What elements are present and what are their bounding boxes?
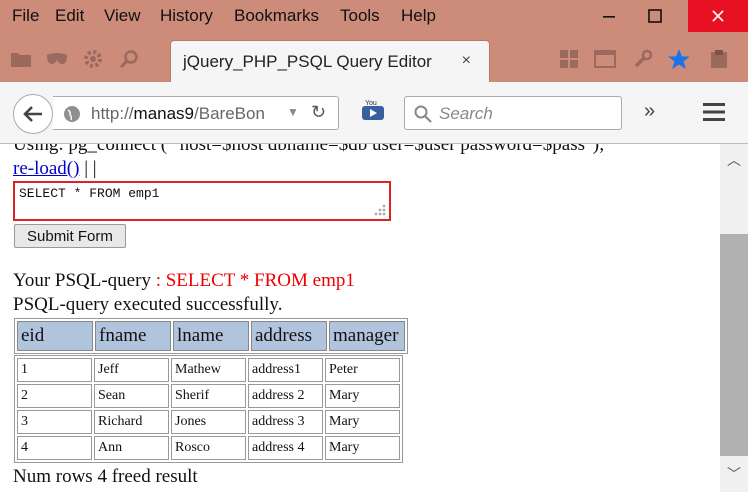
reload-icon[interactable]: ↻ xyxy=(311,102,326,123)
search-icon xyxy=(414,105,432,123)
tab-active[interactable]: jQuery_PHP_PSQL Query Editor × xyxy=(170,40,490,82)
maximize-icon xyxy=(648,9,662,23)
menu-help[interactable]: Help xyxy=(401,6,436,26)
header-cell: manager xyxy=(329,321,405,351)
scroll-thumb[interactable] xyxy=(720,234,748,456)
tiles-icon[interactable] xyxy=(558,48,580,70)
mask-icon[interactable] xyxy=(46,48,68,70)
table-cell: 3 xyxy=(17,410,92,434)
result-rows-table: 1 Jeff Mathew address1 Peter 2 Sean Sher… xyxy=(14,355,403,463)
overflow-chevron-icon[interactable]: » xyxy=(644,100,655,123)
submit-form-button[interactable]: Submit Form xyxy=(14,224,126,248)
table-cell: Rosco xyxy=(171,436,246,460)
page-content: Using: pg_connect ( "host=$host dbname=$… xyxy=(0,144,720,492)
table-row: 1 Jeff Mathew address1 Peter xyxy=(17,358,400,382)
tab-title: jQuery_PHP_PSQL Query Editor xyxy=(183,52,432,71)
maximize-button[interactable] xyxy=(632,0,678,32)
table-row: 4 Ann Rosco address 4 Mary xyxy=(17,436,400,460)
table-cell: address 3 xyxy=(248,410,323,434)
table-cell: Peter xyxy=(325,358,400,382)
table-cell: Jones xyxy=(171,410,246,434)
links-line: re-load() | | xyxy=(13,158,97,180)
table-cell: Mary xyxy=(325,436,400,460)
table-cell: address1 xyxy=(248,358,323,382)
url-text: http://manas9/BareBon xyxy=(91,104,265,123)
table-cell: 2 xyxy=(17,384,92,408)
bookmark-star-icon[interactable] xyxy=(667,48,689,70)
minimize-button[interactable] xyxy=(586,0,632,32)
scroll-down-icon[interactable]: ﹀ xyxy=(727,464,741,484)
menu-tools[interactable]: Tools xyxy=(340,6,380,26)
menu-view[interactable]: View xyxy=(104,6,141,26)
wrench-icon[interactable] xyxy=(632,48,654,70)
header-cell: address xyxy=(251,321,327,351)
table-cell: Sean xyxy=(94,384,169,408)
query-textarea[interactable]: SELECT * FROM emp1 xyxy=(13,181,391,221)
url-bar[interactable]: http://manas9/BareBon ▼ ↻ xyxy=(53,96,339,130)
clipboard-icon[interactable] xyxy=(708,48,730,70)
minimize-icon xyxy=(603,16,615,18)
search-placeholder: Search xyxy=(439,104,493,123)
vertical-scrollbar[interactable]: ︿ ﹀ xyxy=(720,144,748,492)
table-cell: Ann xyxy=(94,436,169,460)
table-cell: Mary xyxy=(325,384,400,408)
url-dropdown-icon[interactable]: ▼ xyxy=(287,105,299,119)
hamburger-menu-icon[interactable] xyxy=(702,102,726,122)
table-cell: Jeff xyxy=(94,358,169,382)
link-separators: | | xyxy=(79,158,97,179)
back-arrow-icon xyxy=(23,106,42,122)
scroll-up-icon[interactable]: ︿ xyxy=(727,150,741,170)
table-cell: Sherif xyxy=(171,384,246,408)
table-cell: 4 xyxy=(17,436,92,460)
reload-link[interactable]: re-load() xyxy=(13,158,79,179)
globe-icon xyxy=(64,106,80,122)
menu-file[interactable]: File xyxy=(12,6,39,26)
resize-grip-icon[interactable] xyxy=(372,202,386,216)
menu-bookmarks[interactable]: Bookmarks xyxy=(234,6,319,26)
header-cell: lname xyxy=(173,321,249,351)
table-row: 3 Richard Jones address 3 Mary xyxy=(17,410,400,434)
window-icon[interactable] xyxy=(594,48,616,70)
navigation-bar: http://manas9/BareBon ▼ ↻ You Search » xyxy=(0,82,748,144)
tab-strip: jQuery_PHP_PSQL Query Editor × xyxy=(0,34,748,82)
connect-info-text: Using: pg_connect ( "host=$host dbname=$… xyxy=(13,144,605,155)
header-row: eid fname lname address manager xyxy=(17,321,405,351)
folder-icon[interactable] xyxy=(10,48,32,70)
tab-close-icon[interactable]: × xyxy=(462,52,471,70)
table-cell: Richard xyxy=(94,410,169,434)
table-cell: Mathew xyxy=(171,358,246,382)
menu-edit[interactable]: Edit xyxy=(55,6,84,26)
your-query-line: Your PSQL-query : SELECT * FROM emp1 xyxy=(13,270,355,292)
header-cell: fname xyxy=(95,321,171,351)
close-window-button[interactable] xyxy=(688,0,748,32)
table-cell: 1 xyxy=(17,358,92,382)
your-query-value: : SELECT * FROM emp1 xyxy=(150,270,355,291)
table-cell: address 4 xyxy=(248,436,323,460)
query-text: SELECT * FROM emp1 xyxy=(19,186,160,201)
table-row: 2 Sean Sherif address 2 Mary xyxy=(17,384,400,408)
gear-icon[interactable] xyxy=(82,48,104,70)
table-cell: address 2 xyxy=(248,384,323,408)
num-rows-text: Num rows 4 freed result xyxy=(13,466,198,487)
your-query-label: Your PSQL-query xyxy=(13,270,151,291)
menu-history[interactable]: History xyxy=(160,6,213,26)
menu-bar: File Edit View History Bookmarks Tools H… xyxy=(0,0,748,34)
execution-status: PSQL-query executed successfully. xyxy=(13,294,283,315)
search-box[interactable]: Search xyxy=(404,96,622,130)
svg-text:You: You xyxy=(365,100,377,107)
header-cell: eid xyxy=(17,321,93,351)
youtube-addon-icon[interactable]: You xyxy=(360,100,386,126)
table-cell: Mary xyxy=(325,410,400,434)
back-button[interactable] xyxy=(13,94,53,134)
result-header-table: eid fname lname address manager xyxy=(14,318,408,354)
close-icon xyxy=(712,10,724,22)
magnifier-icon[interactable] xyxy=(118,48,140,70)
